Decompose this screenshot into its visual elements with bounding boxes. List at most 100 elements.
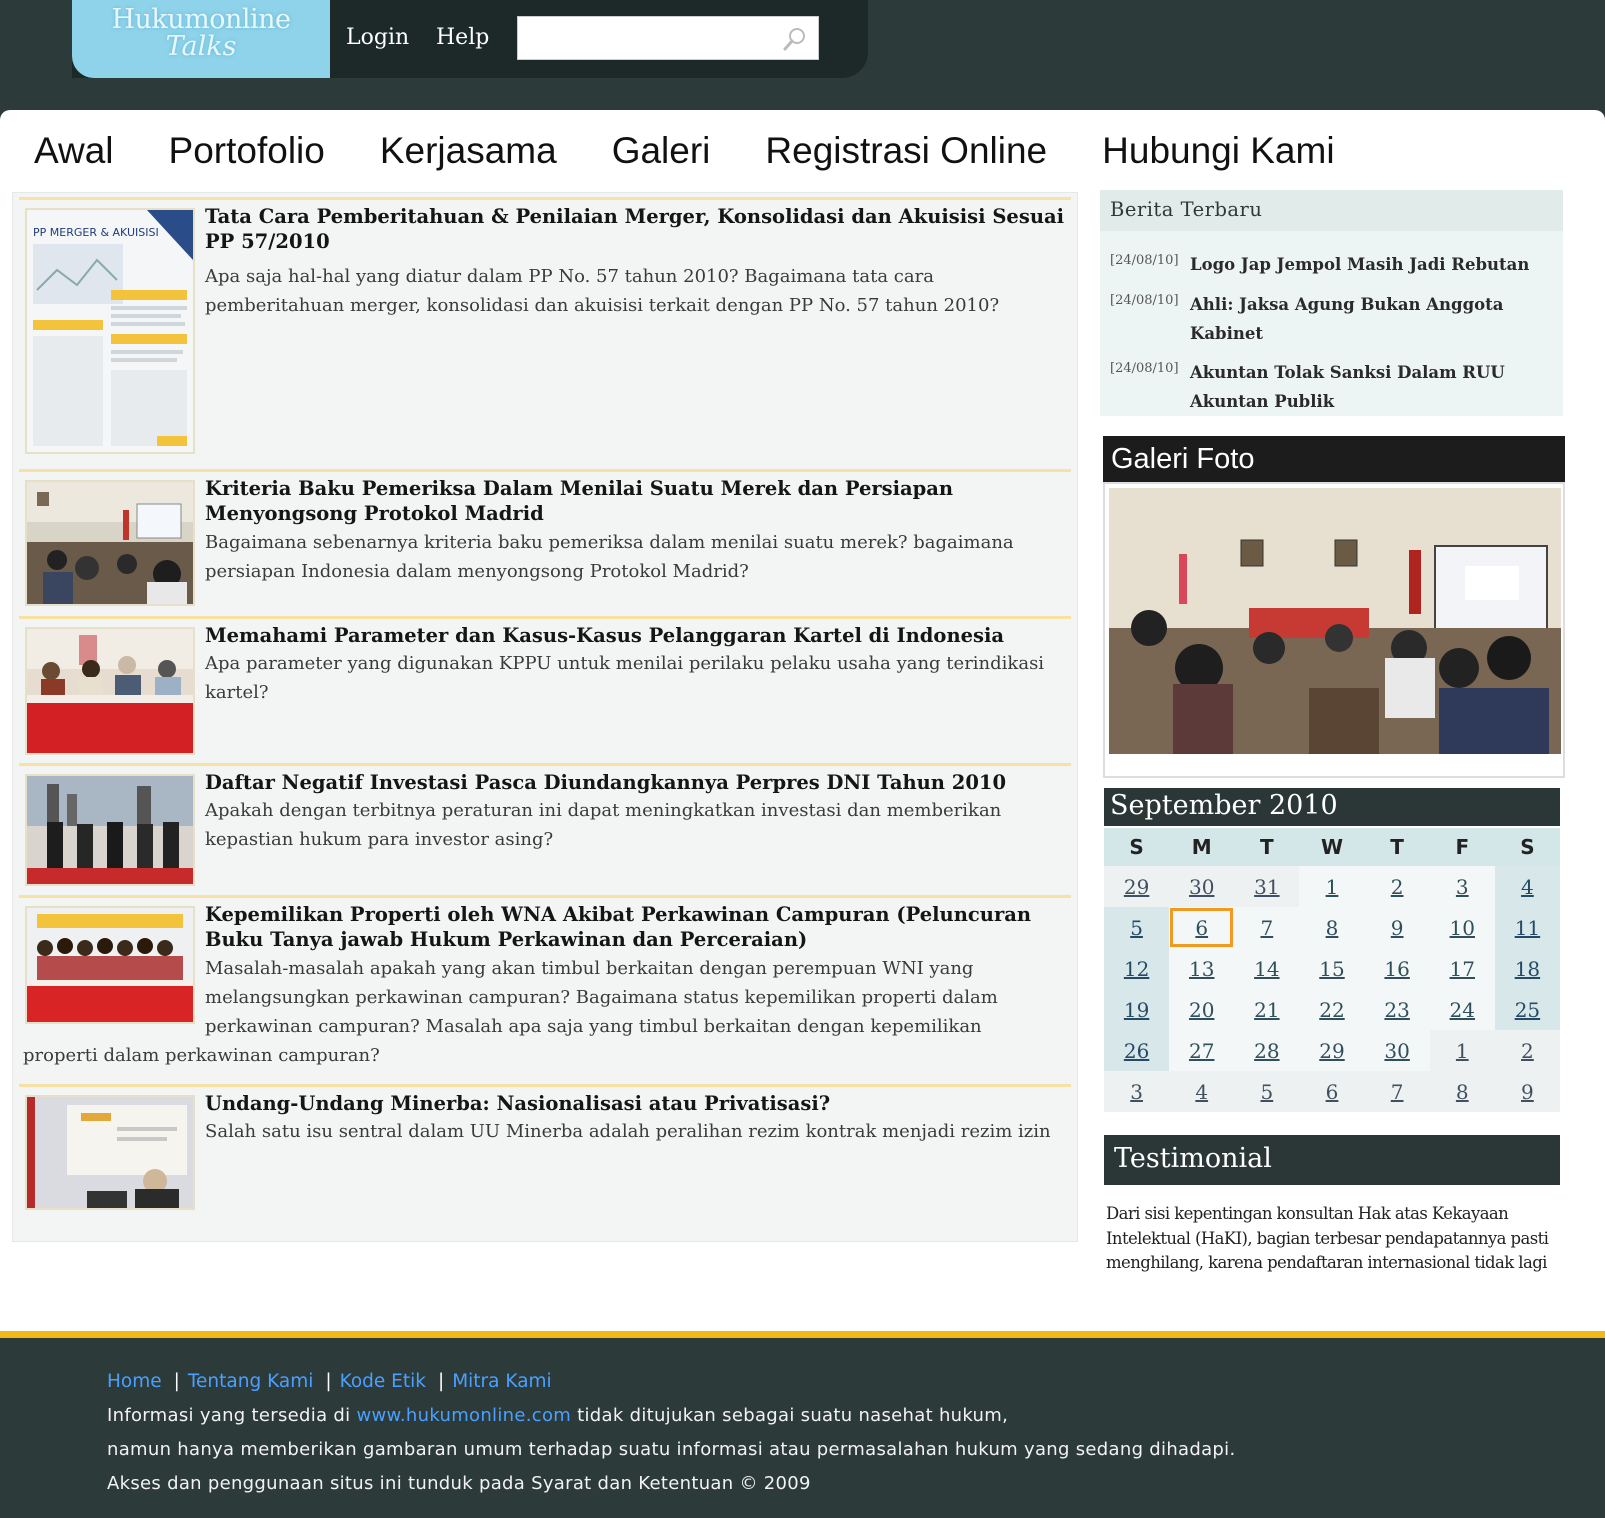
article-title[interactable]: Undang-Undang Minerba: Nasionalisasi ata… bbox=[205, 1091, 1067, 1116]
article-title[interactable]: Daftar Negatif Investasi Pasca Diundangk… bbox=[205, 770, 1067, 795]
footer-link-home[interactable]: Home bbox=[107, 1371, 162, 1392]
article-title[interactable]: Kepemilikan Properti oleh WNA Akibat Per… bbox=[205, 902, 1067, 952]
main-panel: Awal Portofolio Kerjasama Galeri Registr… bbox=[0, 110, 1605, 1332]
nav-galeri[interactable]: Galeri bbox=[612, 130, 711, 178]
article-title[interactable]: Tata Cara Pemberitahuan & Penilaian Merg… bbox=[205, 204, 1067, 254]
article-thumbnail[interactable] bbox=[25, 774, 195, 886]
calendar-day[interactable]: 26 bbox=[1104, 1030, 1170, 1071]
news-headline[interactable]: Logo Jap Jempol Masih Jadi Rebutan bbox=[1190, 250, 1530, 279]
calendar-day[interactable]: 29 bbox=[1299, 1030, 1365, 1071]
calendar-month-heading: September 2010 bbox=[1104, 788, 1560, 826]
calendar-day[interactable]: 13 bbox=[1169, 948, 1235, 989]
testimonial-text: Dari sisi kepentingan konsultan Hak atas… bbox=[1106, 1204, 1549, 1272]
gallery-photo[interactable] bbox=[1109, 488, 1561, 754]
news-date: [24/08/10] bbox=[1110, 361, 1179, 376]
calendar-day[interactable]: 9 bbox=[1364, 907, 1430, 948]
calendar-day[interactable]: 27 bbox=[1169, 1030, 1235, 1071]
nav-awal[interactable]: Awal bbox=[34, 130, 114, 178]
footer-link-kode-etik[interactable]: Kode Etik bbox=[340, 1371, 426, 1392]
calendar-day[interactable]: 12 bbox=[1104, 948, 1170, 989]
article-description: Apakah dengan terbitnya peraturan ini da… bbox=[205, 800, 1002, 850]
search-icon[interactable] bbox=[782, 26, 808, 52]
calendar-day[interactable]: 4 bbox=[1169, 1071, 1235, 1112]
calendar-day[interactable]: 3 bbox=[1104, 1071, 1170, 1112]
calendar-day[interactable]: 10 bbox=[1429, 907, 1495, 948]
calendar-weekday-row: S M T W T F S bbox=[1104, 828, 1560, 866]
calendar-day[interactable]: 29 bbox=[1104, 866, 1170, 907]
calendar-day[interactable]: 7 bbox=[1234, 907, 1300, 948]
calendar-day[interactable]: 7 bbox=[1364, 1071, 1430, 1112]
login-link[interactable]: Login bbox=[346, 25, 409, 50]
nav-portofolio[interactable]: Portofolio bbox=[169, 130, 325, 178]
calendar-day[interactable]: 11 bbox=[1494, 907, 1560, 948]
footer-link-mitra-kami[interactable]: Mitra Kami bbox=[452, 1371, 551, 1392]
calendar-day[interactable]: 2 bbox=[1364, 866, 1430, 907]
footer-separator: | bbox=[325, 1371, 332, 1392]
calendar-day[interactable]: 30 bbox=[1364, 1030, 1430, 1071]
news-headline[interactable]: Ahli: Jaksa Agung Bukan Anggota Kabinet bbox=[1190, 290, 1530, 348]
weekday-label: S bbox=[1104, 828, 1170, 866]
calendar-day[interactable]: 24 bbox=[1429, 989, 1495, 1030]
article-description: Masalah-masalah apakah yang akan timbul … bbox=[205, 958, 998, 1037]
article-item: Memahami Parameter dan Kasus-Kasus Pelan… bbox=[19, 616, 1071, 761]
calendar-day[interactable]: 14 bbox=[1234, 948, 1300, 989]
calendar-day[interactable]: 22 bbox=[1299, 989, 1365, 1030]
calendar-day[interactable]: 15 bbox=[1299, 948, 1365, 989]
footer-copyright: Akses dan penggunaan situs ini tunduk pa… bbox=[107, 1473, 811, 1494]
article-title[interactable]: Memahami Parameter dan Kasus-Kasus Pelan… bbox=[205, 623, 1067, 648]
footer-separator: | bbox=[173, 1371, 180, 1392]
calendar-week-row: 3 4 5 6 7 8 9 bbox=[1104, 1071, 1560, 1112]
article-thumbnail[interactable]: PP MERGER & AKUISISI bbox=[25, 208, 195, 454]
nav-hubungi-kami[interactable]: Hubungi Kami bbox=[1102, 130, 1334, 178]
calendar-day[interactable]: 18 bbox=[1494, 948, 1560, 989]
nav-kerjasama[interactable]: Kerjasama bbox=[380, 130, 557, 178]
calendar-day[interactable]: 16 bbox=[1364, 948, 1430, 989]
calendar-day[interactable]: 8 bbox=[1299, 907, 1365, 948]
calendar-day[interactable]: 3 bbox=[1429, 866, 1495, 907]
article-thumbnail[interactable] bbox=[25, 906, 195, 1024]
calendar-day[interactable]: 5 bbox=[1234, 1071, 1300, 1112]
calendar-day[interactable]: 21 bbox=[1234, 989, 1300, 1030]
article-item: Undang-Undang Minerba: Nasionalisasi ata… bbox=[19, 1084, 1071, 1234]
article-thumbnail[interactable] bbox=[25, 627, 195, 755]
calendar-day[interactable]: 17 bbox=[1429, 948, 1495, 989]
calendar-day[interactable]: 1 bbox=[1429, 1030, 1495, 1071]
footer-site-link[interactable]: www.hukumonline.com bbox=[356, 1405, 571, 1426]
brochure-title: PP MERGER & AKUISISI bbox=[33, 226, 159, 239]
calendar-day-today[interactable]: 6 bbox=[1169, 907, 1235, 948]
nav-registrasi-online[interactable]: Registrasi Online bbox=[765, 130, 1047, 178]
calendar-day[interactable]: 4 bbox=[1494, 866, 1560, 907]
calendar-day[interactable]: 31 bbox=[1234, 866, 1300, 907]
article-item: Kepemilikan Properti oleh WNA Akibat Per… bbox=[19, 895, 1071, 1082]
calendar-day[interactable]: 30 bbox=[1169, 866, 1235, 907]
calendar-day[interactable]: 6 bbox=[1299, 1071, 1365, 1112]
footer-link-tentang-kami[interactable]: Tentang Kami bbox=[188, 1371, 314, 1392]
search-input[interactable] bbox=[518, 17, 768, 57]
calendar-day[interactable]: 23 bbox=[1364, 989, 1430, 1030]
calendar-week-row: 5 6 7 8 9 10 11 bbox=[1104, 907, 1560, 948]
help-link[interactable]: Help bbox=[436, 25, 489, 50]
calendar-day[interactable]: 28 bbox=[1234, 1030, 1300, 1071]
calendar-day[interactable]: 19 bbox=[1104, 989, 1170, 1030]
article-description: Salah satu isu sentral dalam UU Minerba … bbox=[205, 1121, 1051, 1142]
calendar-day[interactable]: 1 bbox=[1299, 866, 1365, 907]
calendar-day[interactable]: 25 bbox=[1494, 989, 1560, 1030]
calendar-day[interactable]: 5 bbox=[1104, 907, 1170, 948]
footer-text: Informasi yang tersedia di bbox=[107, 1405, 357, 1426]
article-thumbnail[interactable] bbox=[25, 1095, 195, 1210]
article-thumbnail[interactable] bbox=[25, 480, 195, 606]
weekday-label: S bbox=[1494, 828, 1560, 866]
footer-links: Home | Tentang Kami | Kode Etik | Mitra Kami bbox=[107, 1371, 552, 1392]
calendar-day[interactable]: 9 bbox=[1494, 1071, 1560, 1112]
news-headline[interactable]: Akuntan Tolak Sanksi Dalam RUU Akuntan P… bbox=[1190, 358, 1530, 416]
calendar-day[interactable]: 2 bbox=[1494, 1030, 1560, 1071]
main-nav: Awal Portofolio Kerjasama Galeri Registr… bbox=[34, 130, 1390, 178]
site-logo[interactable]: Hukumonline Talks bbox=[72, 0, 330, 78]
calendar-week-row: 19 20 21 22 23 24 25 bbox=[1104, 989, 1560, 1030]
calendar: S M T W T F S 29 30 31 1 2 3 4 5 6 7 8 9… bbox=[1104, 828, 1560, 1112]
logo-text-sub: Talks bbox=[165, 31, 237, 62]
book-launch-image bbox=[27, 908, 193, 1022]
calendar-day[interactable]: 8 bbox=[1429, 1071, 1495, 1112]
calendar-day[interactable]: 20 bbox=[1169, 989, 1235, 1030]
article-title[interactable]: Kriteria Baku Pemeriksa Dalam Menilai Su… bbox=[205, 476, 1067, 526]
